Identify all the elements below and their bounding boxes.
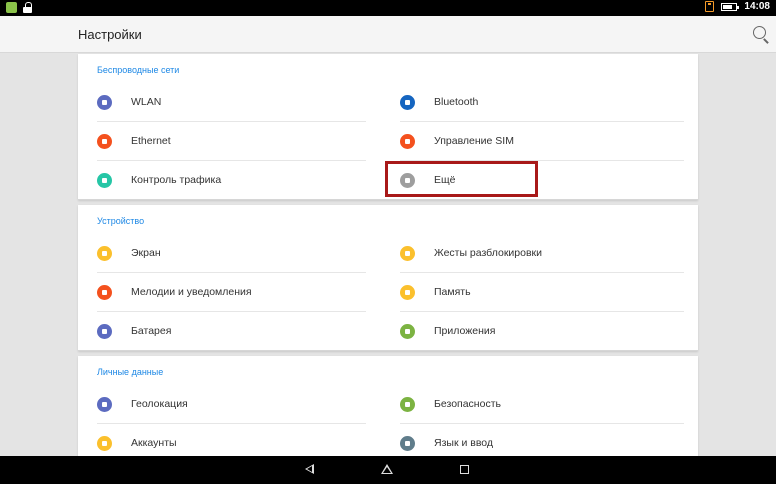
- setting-item-apps[interactable]: Приложения: [381, 312, 675, 351]
- status-bar: 14:08: [0, 0, 776, 16]
- status-time: 14:08: [744, 1, 770, 12]
- account-icon: [97, 436, 112, 451]
- setting-item-wlan[interactable]: WLAN: [78, 83, 372, 122]
- ethernet-icon: [97, 134, 112, 149]
- battery-icon: [721, 2, 740, 11]
- navigation-bar: [0, 456, 776, 484]
- section-header: Устройство: [97, 216, 145, 226]
- page-title: Настройки: [78, 27, 142, 42]
- setting-item-security[interactable]: Безопасность: [381, 385, 675, 424]
- sim-icon: [400, 134, 415, 149]
- setting-label: Язык и ввод: [434, 437, 494, 449]
- app-notification-icon: [6, 2, 17, 13]
- setting-label: Мелодии и уведомления: [131, 286, 252, 298]
- setting-item-ethernet[interactable]: Ethernet: [78, 122, 372, 161]
- setting-item-location[interactable]: Геолокация: [78, 385, 372, 424]
- traffic-icon: [97, 173, 112, 188]
- highlight-box: [385, 161, 538, 197]
- setting-item-battery[interactable]: Батарея: [78, 312, 372, 351]
- app-bar: Настройки: [0, 16, 776, 53]
- section-device: Устройство Экран Жесты разблокировки Мел…: [78, 205, 698, 351]
- setting-label: WLAN: [131, 96, 162, 108]
- recents-icon[interactable]: [460, 465, 469, 474]
- setting-item-display[interactable]: Экран: [78, 234, 372, 273]
- setting-label: Ethernet: [131, 135, 171, 147]
- setting-label: Аккаунты: [131, 437, 177, 449]
- settings-list: Беспроводные сети WLAN Bluetooth Etherne…: [78, 54, 698, 466]
- section-personal: Личные данные Геолокация Безопасность Ак…: [78, 356, 698, 466]
- search-button[interactable]: [752, 25, 770, 44]
- setting-label: Батарея: [131, 325, 172, 337]
- bluetooth-icon: [400, 95, 415, 110]
- setting-item-traffic[interactable]: Контроль трафика: [78, 161, 372, 200]
- notification-icon: [705, 1, 715, 12]
- section-header: Беспроводные сети: [97, 65, 180, 75]
- wifi-icon: [97, 95, 112, 110]
- setting-label: Приложения: [434, 325, 496, 337]
- security-icon: [400, 397, 415, 412]
- section-header: Личные данные: [97, 367, 164, 377]
- setting-label: Безопасность: [434, 398, 501, 410]
- setting-label: Геолокация: [131, 398, 188, 410]
- setting-item-gestures[interactable]: Жесты разблокировки: [381, 234, 675, 273]
- location-icon: [97, 397, 112, 412]
- setting-item-sim[interactable]: Управление SIM: [381, 122, 675, 161]
- storage-icon: [400, 285, 415, 300]
- gesture-icon: [400, 246, 415, 261]
- back-icon[interactable]: [305, 464, 314, 474]
- lock-icon: [23, 2, 32, 13]
- setting-label: Память: [434, 286, 471, 298]
- setting-label: Жесты разблокировки: [434, 247, 542, 259]
- home-icon[interactable]: [381, 464, 393, 474]
- setting-label: Контроль трафика: [131, 174, 222, 186]
- language-icon: [400, 436, 415, 451]
- setting-item-sounds[interactable]: Мелодии и уведомления: [78, 273, 372, 312]
- setting-item-bluetooth[interactable]: Bluetooth: [381, 83, 675, 122]
- setting-label: Экран: [131, 247, 161, 259]
- display-icon: [97, 246, 112, 261]
- bell-icon: [97, 285, 112, 300]
- setting-label: Bluetooth: [434, 96, 479, 108]
- setting-label: Управление SIM: [434, 135, 514, 147]
- apps-icon: [400, 324, 415, 339]
- setting-item-storage[interactable]: Память: [381, 273, 675, 312]
- battery-icon: [97, 324, 112, 339]
